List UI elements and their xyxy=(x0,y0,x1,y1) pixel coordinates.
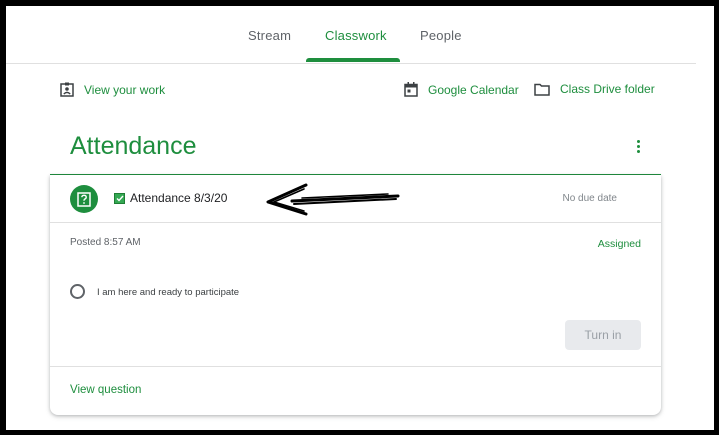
topic-heading: Attendance xyxy=(70,132,197,160)
assignment-ind-icon xyxy=(60,82,74,97)
view-your-work-link[interactable]: View your work xyxy=(60,82,165,97)
calendar-icon xyxy=(404,82,418,97)
google-calendar-label: Google Calendar xyxy=(428,82,519,97)
card-footer-divider xyxy=(50,366,661,367)
due-date: No due date xyxy=(562,193,618,204)
active-tab-indicator xyxy=(306,58,400,62)
class-drive-folder-link[interactable]: Class Drive folder xyxy=(534,82,655,96)
classroom-window: Stream Classwork People View your work G… xyxy=(6,6,714,430)
view-question-link[interactable]: View question xyxy=(70,384,141,396)
class-drive-folder-label: Class Drive folder xyxy=(560,82,655,96)
turn-in-button[interactable]: Turn in xyxy=(565,320,641,350)
answer-option-label[interactable]: I am here and ready to participate xyxy=(97,287,239,298)
posted-time: Posted 8:57 AM xyxy=(70,237,141,248)
tab-stream[interactable]: Stream xyxy=(248,28,291,43)
folder-icon xyxy=(534,83,550,96)
assignment-title: Attendance 8/3/20 xyxy=(130,191,228,205)
hand-drawn-arrow-icon xyxy=(266,183,400,216)
tab-people[interactable]: People xyxy=(420,28,462,43)
top-navigation: Stream Classwork People xyxy=(6,6,696,64)
tab-classwork[interactable]: Classwork xyxy=(325,28,387,43)
more-options-icon[interactable] xyxy=(630,136,646,156)
view-your-work-label: View your work xyxy=(84,82,166,97)
question-icon xyxy=(70,185,98,213)
answer-radio[interactable] xyxy=(70,284,85,299)
status-badge: Assigned xyxy=(597,238,641,250)
check-box-icon xyxy=(114,193,125,204)
google-calendar-link[interactable]: Google Calendar xyxy=(404,82,519,97)
